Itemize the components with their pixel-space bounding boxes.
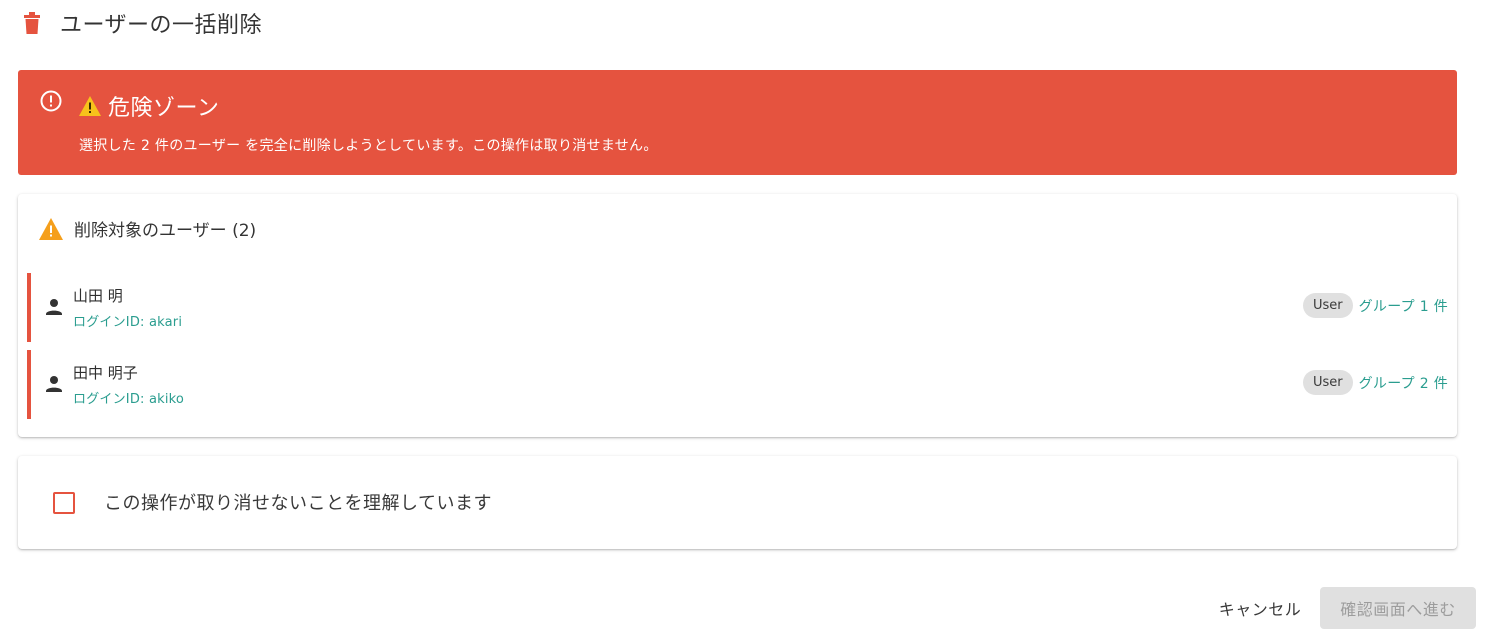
warning-icon — [78, 95, 102, 117]
bulk-delete-users-page: ユーザーの一括削除 危険ゾーン 選択した 2 件のユーザー を完全に削除しようと… — [0, 0, 1491, 637]
user-login-id: ログインID: akari — [73, 315, 183, 330]
understand-checkbox[interactable] — [53, 492, 75, 514]
user-meta: User グループ 2 件 — [1302, 370, 1448, 395]
user-login-id: ログインID: akiko — [73, 392, 185, 407]
page-header: ユーザーの一括削除 — [18, 6, 262, 40]
danger-zone-banner: 危険ゾーン 選択した 2 件のユーザー を完全に削除しようとしています。この操作… — [18, 70, 1457, 175]
alert-circle-icon — [39, 89, 63, 113]
target-users-card: 削除対象のユーザー (2) 山田 明 ログインID: akari User グル… — [18, 194, 1457, 437]
warning-icon — [38, 217, 64, 241]
role-chip: User — [1302, 370, 1353, 395]
understand-checkbox-label[interactable]: この操作が取り消せないことを理解しています — [104, 489, 492, 515]
danger-zone-message: 選択した 2 件のユーザー を完全に削除しようとしています。この操作は取り消せま… — [79, 138, 658, 154]
user-meta: User グループ 1 件 — [1302, 293, 1448, 318]
danger-zone-title: 危険ゾーン — [78, 90, 219, 122]
role-chip: User — [1302, 293, 1353, 318]
user-name: 田中 明子 — [73, 364, 138, 382]
trash-icon — [18, 9, 46, 37]
target-users-heading-text: 削除対象のユーザー (2) — [74, 221, 257, 241]
page-title: ユーザーの一括削除 — [60, 13, 263, 38]
user-list-item: 田中 明子 ログインID: akiko User グループ 2 件 — [27, 350, 1448, 419]
person-icon — [43, 373, 65, 395]
proceed-to-confirm-button[interactable]: 確認画面へ進む — [1320, 587, 1476, 629]
person-icon — [43, 296, 65, 318]
group-count: グループ 2 件 — [1358, 375, 1448, 392]
target-users-heading: 削除対象のユーザー (2) — [38, 216, 256, 241]
danger-zone-title-text: 危険ゾーン — [108, 96, 220, 121]
cancel-button[interactable]: キャンセル — [1208, 588, 1312, 628]
group-count: グループ 1 件 — [1358, 298, 1448, 315]
confirm-card: この操作が取り消せないことを理解しています — [18, 456, 1457, 549]
user-name: 山田 明 — [73, 287, 123, 305]
user-list-item: 山田 明 ログインID: akari User グループ 1 件 — [27, 273, 1448, 342]
